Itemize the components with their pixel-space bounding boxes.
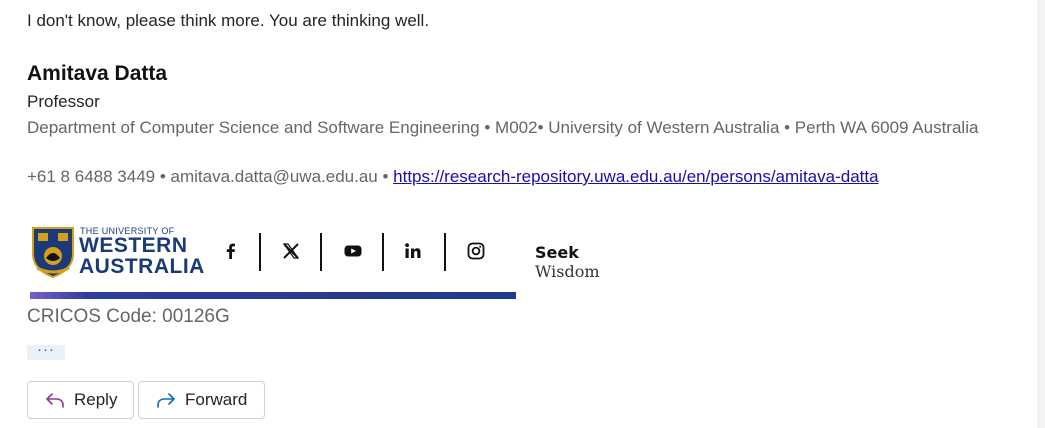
signature-department: Department of Computer Science and Softw… (27, 118, 979, 137)
show-trimmed-content-button[interactable]: ··· (27, 342, 65, 360)
facebook-link[interactable] (215, 232, 247, 270)
scrollbar[interactable] (1037, 0, 1045, 428)
facebook-icon (226, 243, 235, 259)
forward-icon (157, 393, 175, 408)
university-name-line2: AUSTRALIA (79, 255, 205, 278)
reply-icon (46, 393, 64, 408)
separator: • (155, 167, 171, 186)
cricos-code: CRICOS Code: 00126G (27, 306, 230, 327)
youtube-link[interactable] (337, 232, 369, 270)
instagram-icon (467, 242, 485, 260)
signature-title: Professor (27, 92, 100, 111)
banner-gradient-bar (30, 292, 516, 299)
instagram-link[interactable] (460, 232, 492, 270)
signature-name: Amitava Datta (27, 62, 168, 85)
reply-button[interactable]: Reply (27, 381, 134, 419)
message-text: I don't know, please think more. You are… (27, 11, 430, 30)
university-name: WESTERN AUSTRALIA (79, 235, 205, 277)
social-divider (259, 233, 261, 271)
forward-button[interactable]: Forward (138, 381, 265, 419)
profile-link[interactable]: https://research-repository.uwa.edu.au/e… (393, 167, 878, 186)
youtube-icon (344, 245, 362, 257)
motto-seek: Seek (535, 243, 579, 262)
university-name-line1: WESTERN (79, 234, 188, 257)
uwa-crest-icon (32, 227, 74, 278)
x-icon (282, 243, 300, 259)
x-link[interactable] (275, 232, 307, 270)
social-divider (320, 233, 322, 271)
signature-contact: +61 8 6488 3449 • amitava.datta@uwa.edu.… (27, 165, 987, 189)
social-divider (382, 233, 384, 271)
signature-banner: THE UNIVERSITY OF WESTERN AUSTRALIA Seek… (27, 222, 617, 282)
signature-phone: +61 8 6488 3449 (27, 167, 156, 186)
linkedin-icon (405, 243, 421, 258)
separator: • (377, 167, 394, 186)
motto-wisdom: Wisdom (535, 262, 600, 281)
social-divider (444, 233, 446, 271)
linkedin-link[interactable] (397, 232, 429, 270)
forward-label: Forward (185, 390, 248, 409)
signature-email: amitava.datta@uwa.edu.au (170, 167, 378, 186)
reply-label: Reply (74, 390, 118, 409)
